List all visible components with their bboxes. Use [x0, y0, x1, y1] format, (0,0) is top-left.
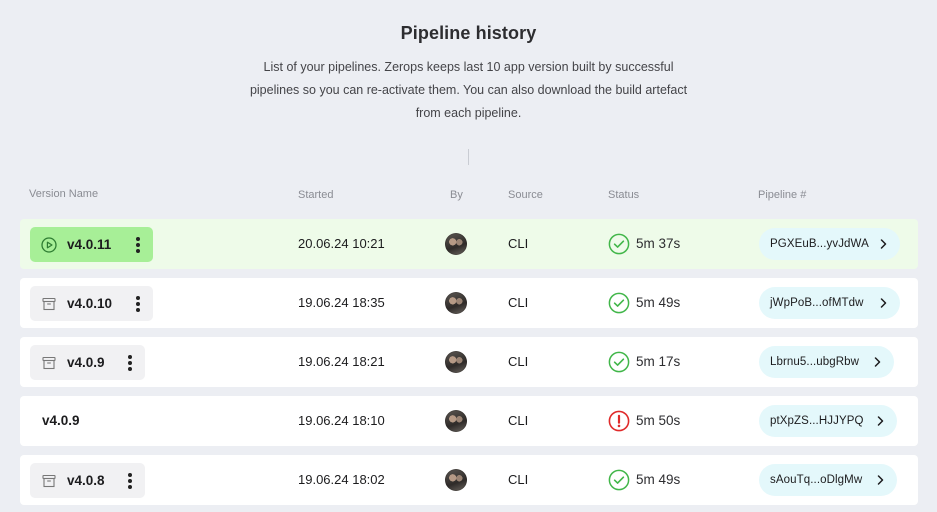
column-header-status: Status	[608, 189, 640, 201]
divider	[468, 149, 469, 165]
pipeline-link-button[interactable]: ptXpZS...HJJYPQ	[759, 405, 897, 437]
play-circle-icon	[41, 236, 57, 253]
source-label: CLI	[508, 236, 529, 251]
source-label: CLI	[508, 413, 529, 428]
chevron-right-icon	[880, 298, 888, 308]
archive-icon	[41, 473, 57, 489]
version-pill[interactable]: v4.0.9	[30, 345, 145, 380]
started-time: 19.06.24 18:10	[298, 413, 385, 428]
pipeline-id: sAouTq...oDlgMw	[770, 474, 863, 486]
status-duration: 5m 37s	[636, 236, 681, 251]
column-header-by: By	[450, 189, 463, 201]
check-circle-icon	[608, 351, 630, 373]
status-duration: 5m 49s	[636, 472, 681, 487]
version-pill[interactable]: v4.0.11	[30, 227, 153, 262]
column-header-version: Version Name	[29, 188, 99, 200]
column-header-pipeline: Pipeline #	[758, 189, 807, 201]
pipeline-id: jWpPoB...ofMTdw	[770, 297, 864, 309]
status-duration: 5m 50s	[636, 413, 681, 428]
avatar	[445, 410, 467, 432]
column-header-started: Started	[298, 189, 334, 201]
source-label: CLI	[508, 354, 529, 369]
archive-icon	[41, 296, 57, 312]
pipeline-row[interactable]: v4.0.11 20.06.24 10:21 CLI 5m 37s PGXEuB…	[20, 219, 918, 269]
more-vertical-icon[interactable]	[127, 472, 133, 490]
alert-circle-icon	[608, 410, 630, 432]
pipeline-row[interactable]: v4.0.8 19.06.24 18:02 CLI 5m 49s sAouTq.…	[20, 455, 918, 505]
status-duration: 5m 49s	[636, 295, 681, 310]
pipeline-link-button[interactable]: Lbrnu5...ubgRbw	[759, 346, 894, 378]
avatar	[445, 292, 467, 314]
started-time: 20.06.24 10:21	[298, 236, 385, 251]
pipeline-id: ptXpZS...HJJYPQ	[770, 415, 864, 427]
pipeline-link-button[interactable]: jWpPoB...ofMTdw	[759, 287, 900, 319]
started-time: 19.06.24 18:21	[298, 354, 385, 369]
check-circle-icon	[608, 469, 630, 491]
archive-icon	[41, 355, 57, 371]
column-header-source: Source	[508, 189, 543, 201]
chevron-right-icon	[877, 416, 885, 426]
version-name: v4.0.9	[42, 413, 80, 428]
pipeline-link-button[interactable]: sAouTq...oDlgMw	[759, 464, 897, 496]
chevron-right-icon	[877, 475, 885, 485]
page-description: List of your pipelines. Zerops keeps las…	[249, 60, 688, 120]
page-title: Pipeline history	[400, 23, 537, 43]
source-label: CLI	[508, 472, 529, 487]
avatar	[445, 469, 467, 491]
version-name: v4.0.10	[67, 296, 113, 311]
started-time: 19.06.24 18:02	[298, 472, 385, 487]
avatar	[445, 233, 467, 255]
chevron-right-icon	[880, 239, 888, 249]
pipeline-row[interactable]: v4.0.9 19.06.24 18:21 CLI 5m 17s Lbrnu5.…	[20, 337, 918, 387]
avatar	[445, 351, 467, 373]
pipeline-row[interactable]: v4.0.10 19.06.24 18:35 CLI 5m 49s jWpPoB…	[20, 278, 918, 328]
more-vertical-icon[interactable]	[135, 236, 141, 254]
started-time: 19.06.24 18:35	[298, 295, 385, 310]
version-name: v4.0.11	[67, 237, 112, 252]
status-duration: 5m 17s	[636, 354, 681, 369]
version-pill[interactable]: v4.0.10	[30, 286, 153, 321]
more-vertical-icon[interactable]	[135, 295, 141, 313]
pipeline-id: PGXEuB...yvJdWA	[770, 238, 869, 250]
source-label: CLI	[508, 295, 529, 310]
chevron-right-icon	[874, 357, 882, 367]
pipeline-link-button[interactable]: PGXEuB...yvJdWA	[759, 228, 900, 260]
pipeline-id: Lbrnu5...ubgRbw	[770, 356, 860, 368]
pipeline-row[interactable]: v4.0.9 19.06.24 18:10 CLI 5m 50s ptXpZS.…	[20, 396, 918, 446]
version-name: v4.0.8	[67, 473, 105, 488]
version-name: v4.0.9	[67, 355, 105, 370]
version-pill[interactable]: v4.0.8	[30, 463, 145, 498]
more-vertical-icon[interactable]	[127, 354, 133, 372]
check-circle-icon	[608, 233, 630, 255]
check-circle-icon	[608, 292, 630, 314]
